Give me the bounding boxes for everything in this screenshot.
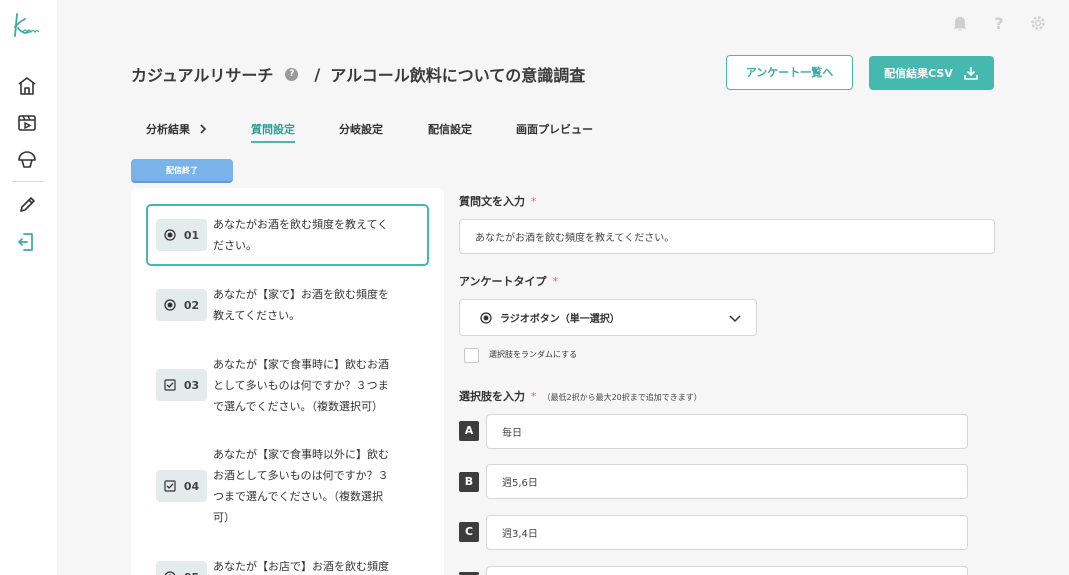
radio-icon <box>480 311 492 324</box>
download-csv-button[interactable]: 配信結果CSV <box>869 56 994 90</box>
page-title: カジュアルリサーチ ? / アルコール飲料についての意識調査 <box>131 62 585 86</box>
question-badge[interactable]: 05 <box>156 561 207 575</box>
dome-icon[interactable] <box>17 150 37 170</box>
tab-questions[interactable]: 質問設定 <box>251 121 295 137</box>
question-text[interactable]: あなたが【お店で】お酒を飲む頻度 <box>213 556 393 575</box>
tab-delivery[interactable]: 配信設定 <box>428 121 472 137</box>
randomize-checkbox[interactable] <box>464 348 479 363</box>
question-text[interactable]: あなたが【家で食事時以外に】飲む お酒として多いものは何ですか？３ つまで選んでくだ… <box>213 444 393 528</box>
option-letter: A <box>459 421 479 441</box>
option-input[interactable] <box>486 566 968 575</box>
question-badge[interactable]: 04 <box>156 470 207 502</box>
sidebar <box>0 0 57 575</box>
question-badge[interactable]: 02 <box>156 289 207 321</box>
survey-title: アルコール飲料についての意識調査 <box>330 66 586 85</box>
gear-icon[interactable] <box>1029 14 1047 32</box>
home-icon[interactable] <box>17 76 37 96</box>
question-number: 04 <box>183 479 200 493</box>
radio-icon <box>164 571 176 575</box>
randomize-label[interactable]: 選択肢をランダムにする <box>489 349 577 360</box>
logout-icon[interactable] <box>17 232 37 252</box>
download-icon <box>964 67 978 80</box>
option-letter: B <box>459 472 479 492</box>
tab-analysis[interactable]: 分析結果 <box>146 121 208 137</box>
bell-icon[interactable] <box>951 14 969 32</box>
project-name[interactable]: カジュアルリサーチ <box>131 62 273 86</box>
question-badge[interactable]: 03 <box>156 369 207 401</box>
help-icon[interactable]: ? <box>990 14 1008 32</box>
survey-type-value: ラジオボタン（単一選択） <box>500 314 620 325</box>
svg-text:?: ? <box>994 14 1003 32</box>
pencil-icon[interactable] <box>17 195 37 215</box>
question-number: 03 <box>183 378 200 392</box>
app-logo[interactable] <box>9 10 45 42</box>
checkbox-icon <box>164 379 176 391</box>
download-csv-label: 配信結果CSV <box>884 67 953 80</box>
question-number: 02 <box>183 298 200 312</box>
survey-type-select[interactable]: ラジオボタン（単一選択） <box>459 299 757 336</box>
checkbox-icon <box>164 480 176 492</box>
question-text[interactable]: あなたが【家で食事時に】飲むお酒 として多いものは何ですか？３つま で選んでください… <box>213 354 393 417</box>
question-badge: 01 <box>156 219 207 251</box>
tab-analysis-label: 分析結果 <box>146 123 190 136</box>
option-letter: C <box>459 522 479 542</box>
chevron-right-icon <box>200 124 206 134</box>
chevron-down-icon <box>729 315 741 323</box>
breadcrumb-separator: / <box>314 64 321 84</box>
active-tab-indicator <box>251 141 295 143</box>
question-number: 01 <box>183 228 200 242</box>
radio-icon <box>164 229 176 241</box>
options-label: 選択肢を入力 * （最低2択から最大20択まで追加できます） <box>459 390 702 403</box>
sidebar-divider <box>12 181 43 182</box>
help-icon[interactable]: ? <box>285 67 299 81</box>
question-number: 05 <box>184 571 199 575</box>
radio-icon <box>164 299 176 311</box>
film-icon[interactable] <box>17 113 37 133</box>
option-input[interactable]: 週5,6日 <box>486 464 968 499</box>
tab-preview[interactable]: 画面プレビュー <box>516 121 593 137</box>
question-text-input[interactable]: あなたがお酒を飲む頻度を教えてください。 <box>459 219 995 254</box>
option-input[interactable]: 週3,4日 <box>486 515 968 550</box>
survey-type-label: アンケートタイプ * <box>459 275 559 288</box>
survey-list-button[interactable]: アンケート一覧へ <box>726 55 853 90</box>
status-button[interactable]: 配信終了 <box>131 159 233 183</box>
question-text-label: 質問文を入力 * <box>459 195 537 208</box>
question-text[interactable]: あなたが【家で】お酒を飲む頻度を 教えてください。 <box>213 284 393 326</box>
question-text[interactable]: あなたがお酒を飲む頻度を教えてく ださい。 <box>213 214 393 256</box>
option-input[interactable]: 毎日 <box>486 414 968 449</box>
tab-branching[interactable]: 分岐設定 <box>339 121 383 137</box>
